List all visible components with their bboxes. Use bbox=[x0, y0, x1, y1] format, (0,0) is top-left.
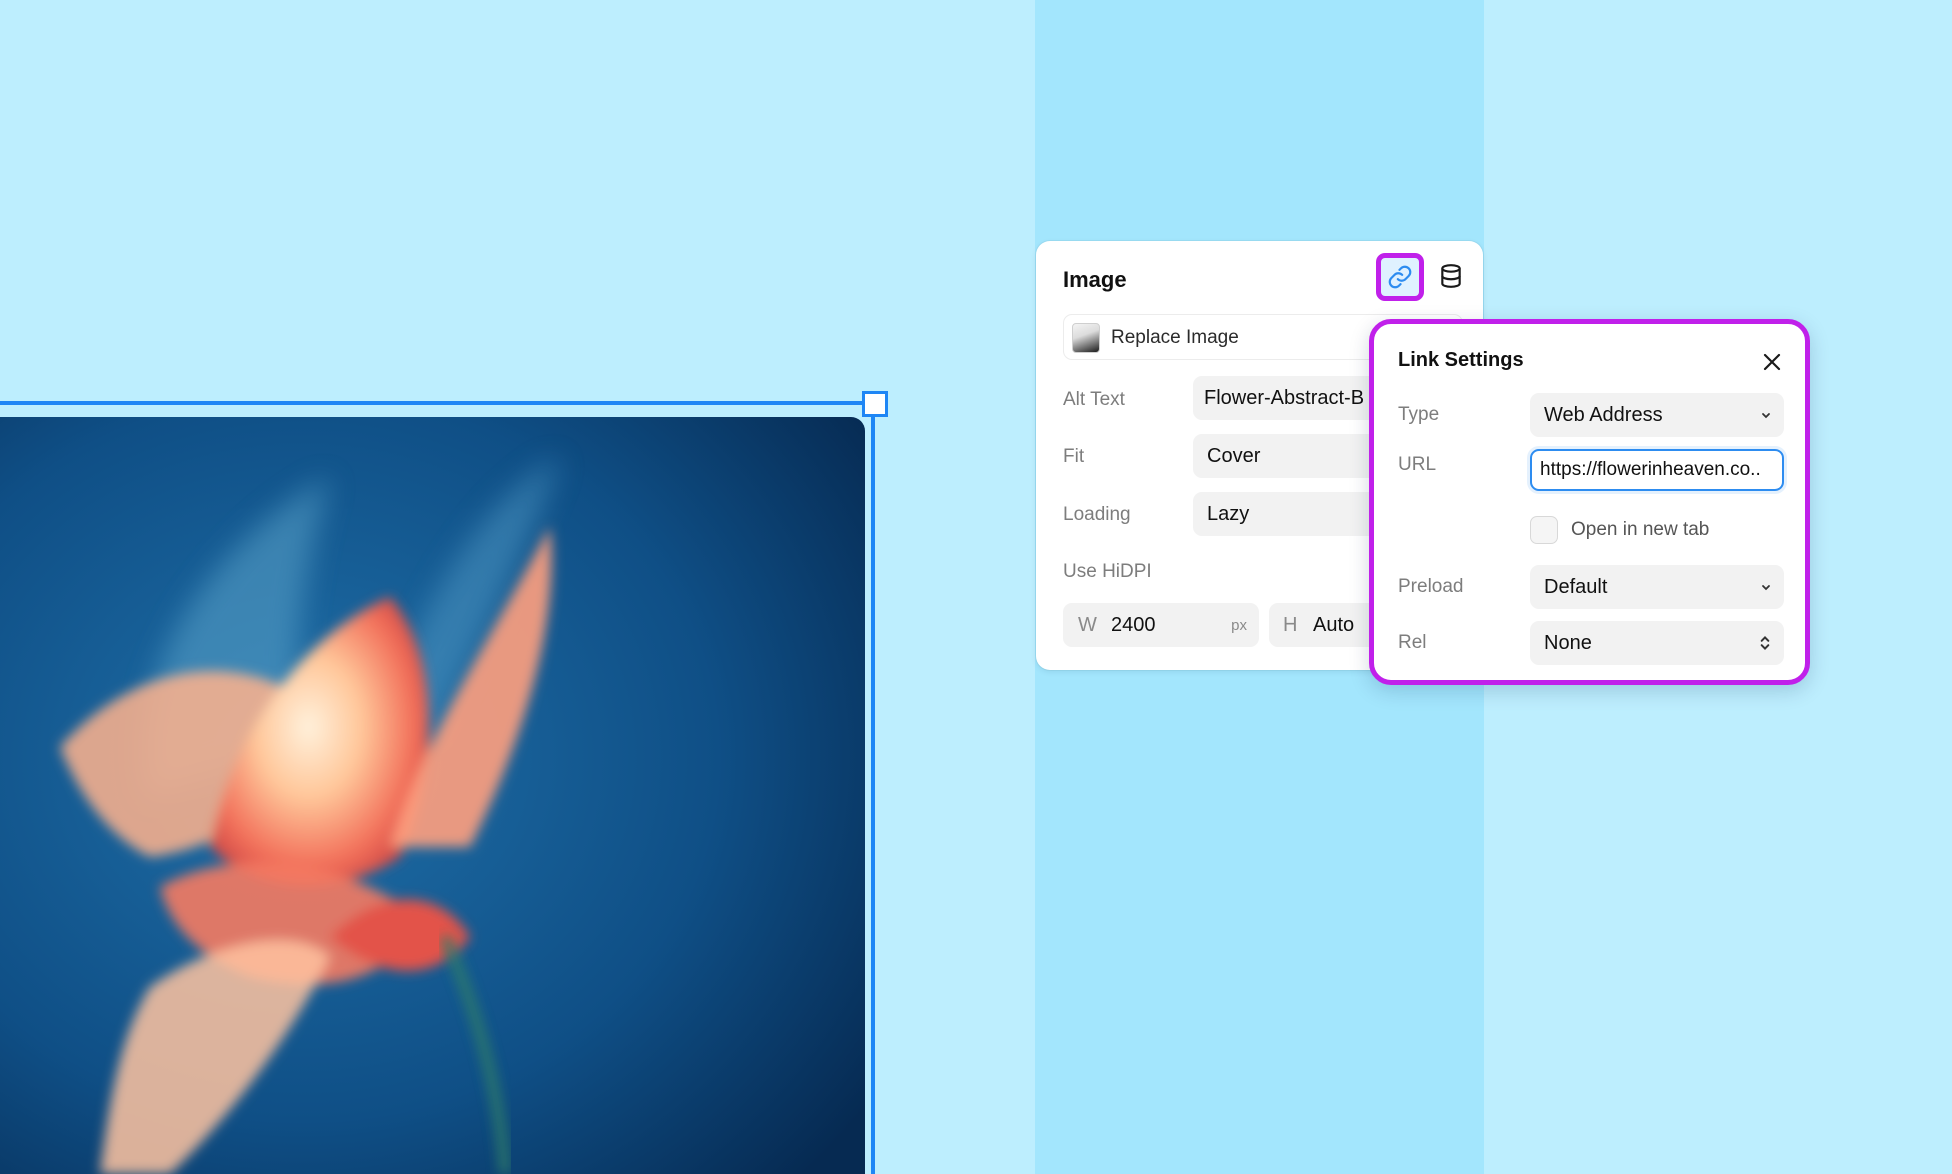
fit-label: Fit bbox=[1063, 446, 1085, 467]
link-button[interactable] bbox=[1376, 253, 1424, 301]
loading-label: Loading bbox=[1063, 504, 1131, 525]
rel-select[interactable]: None bbox=[1530, 621, 1784, 665]
width-field[interactable]: W 2400 px bbox=[1063, 603, 1259, 647]
height-key: H bbox=[1283, 614, 1298, 636]
resize-handle[interactable] bbox=[862, 391, 888, 417]
preload-select[interactable]: Default bbox=[1530, 565, 1784, 609]
url-input[interactable] bbox=[1530, 449, 1784, 491]
height-field[interactable]: H Auto bbox=[1269, 603, 1379, 647]
close-icon bbox=[1763, 353, 1781, 371]
database-icon bbox=[1441, 264, 1461, 288]
url-label: URL bbox=[1398, 454, 1437, 475]
rel-value: None bbox=[1544, 632, 1592, 654]
width-value: 2400 bbox=[1111, 614, 1156, 636]
chevron-up-down-icon bbox=[1760, 636, 1770, 650]
chevron-down-icon bbox=[1762, 413, 1770, 419]
rel-label: Rel bbox=[1398, 632, 1427, 653]
open-new-tab-label: Open in new tab bbox=[1571, 519, 1710, 540]
database-button[interactable] bbox=[1436, 261, 1466, 291]
preload-value: Default bbox=[1544, 576, 1608, 598]
type-value: Web Address bbox=[1544, 404, 1663, 426]
chevron-down-icon bbox=[1762, 585, 1770, 591]
close-button[interactable] bbox=[1758, 348, 1786, 376]
panel-title: Image bbox=[1063, 267, 1127, 292]
image-thumbnail bbox=[1072, 323, 1100, 353]
width-unit: px bbox=[1231, 617, 1247, 634]
type-select[interactable]: Web Address bbox=[1530, 393, 1784, 437]
preload-label: Preload bbox=[1398, 576, 1464, 597]
type-label: Type bbox=[1398, 404, 1440, 425]
link-settings-popover: Link Settings Type Web Address URL Open … bbox=[1369, 319, 1810, 685]
width-key: W bbox=[1078, 614, 1097, 636]
popover-title: Link Settings bbox=[1398, 349, 1524, 371]
alt-text-label: Alt Text bbox=[1063, 389, 1125, 410]
image-selection-frame bbox=[0, 401, 875, 1174]
open-new-tab-checkbox[interactable] bbox=[1530, 516, 1558, 544]
link-icon bbox=[1388, 265, 1412, 289]
replace-image-label: Replace Image bbox=[1111, 327, 1239, 348]
hidpi-label: Use HiDPI bbox=[1063, 561, 1152, 582]
height-value: Auto bbox=[1313, 614, 1355, 636]
